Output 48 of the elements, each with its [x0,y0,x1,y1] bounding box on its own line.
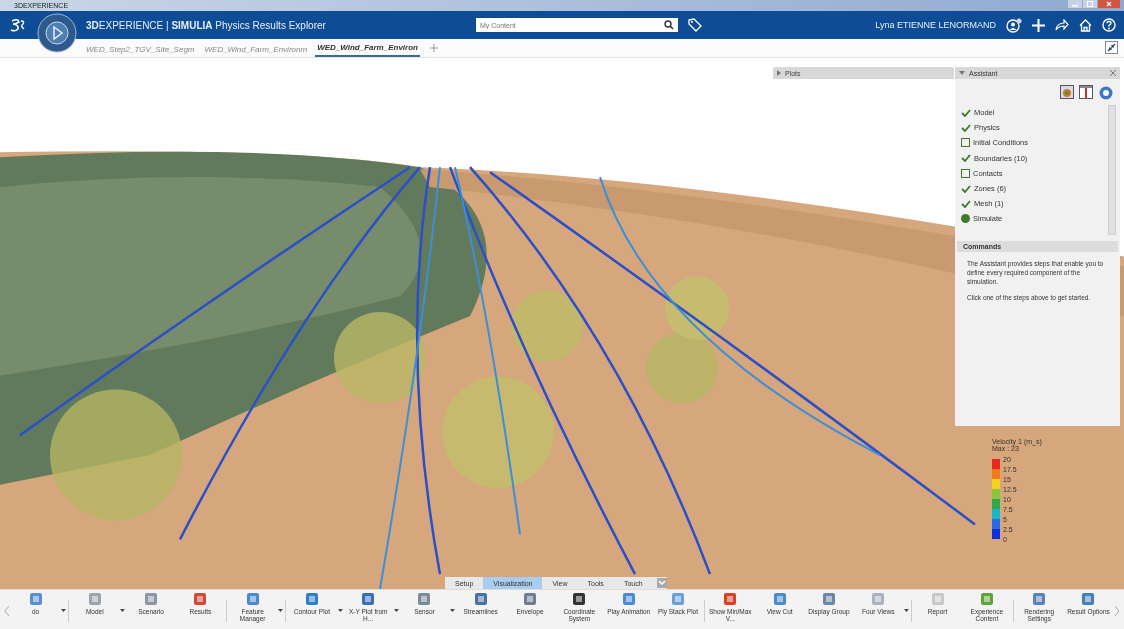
tile-icon [361,592,376,606]
help-icon[interactable] [1102,18,1116,32]
tile-icon [304,592,319,606]
tile-icon [979,592,994,606]
tile-icon [245,592,260,606]
tile-icon [871,592,886,606]
tile-icon [621,592,636,606]
close-icon[interactable] [1110,70,1116,76]
caret-icon[interactable] [959,71,965,75]
tile-icon [772,592,787,606]
panel-layout-icon[interactable] [1079,85,1093,99]
tile-icon [572,592,587,606]
contour-map-icon[interactable] [1060,85,1074,99]
home-icon[interactable] [1079,18,1092,32]
tile-icon [473,592,488,606]
user-name[interactable]: Lyna ETIENNE LENORMAND [875,20,996,30]
tag-icon[interactable] [688,18,702,32]
dropdown-icon[interactable] [337,609,343,612]
tile-icon [723,592,738,606]
tile-icon [1081,592,1096,606]
dropdown-icon[interactable] [120,609,126,612]
tile-icon [144,592,159,606]
tile-icon [671,592,685,606]
dropdown-icon[interactable] [393,609,399,612]
tile-icon [523,592,537,606]
tile-icon [821,592,836,606]
collapse-icon[interactable] [1105,41,1118,54]
dropdown-icon[interactable] [278,609,284,612]
tile-icon [1032,592,1047,606]
plus-icon[interactable] [1032,18,1045,32]
caret-icon [777,70,781,76]
app-title: 3DEXPERIENCE | SIMULIA Physics Results Explorer [86,19,327,31]
dropdown-icon[interactable] [61,609,67,612]
search-icon[interactable] [664,20,674,30]
share-icon[interactable] [1055,19,1069,31]
tile-icon [417,592,432,606]
document-tab[interactable]: WED_Wind_Farm_Environm [202,45,310,57]
tile-icon [28,592,43,606]
dropdown-icon[interactable] [903,609,909,612]
tile-icon [193,592,208,606]
scrollbar[interactable] [1108,105,1116,235]
document-tab[interactable]: WED_Step2_TGV_Site_Segm [84,45,197,57]
tile-icon [930,592,945,606]
tile-icon [87,592,102,606]
user-icon[interactable] [1006,17,1022,33]
close-icon[interactable] [1098,0,1120,8]
logo-icon[interactable] [10,18,26,32]
dropdown-icon[interactable] [450,609,455,612]
